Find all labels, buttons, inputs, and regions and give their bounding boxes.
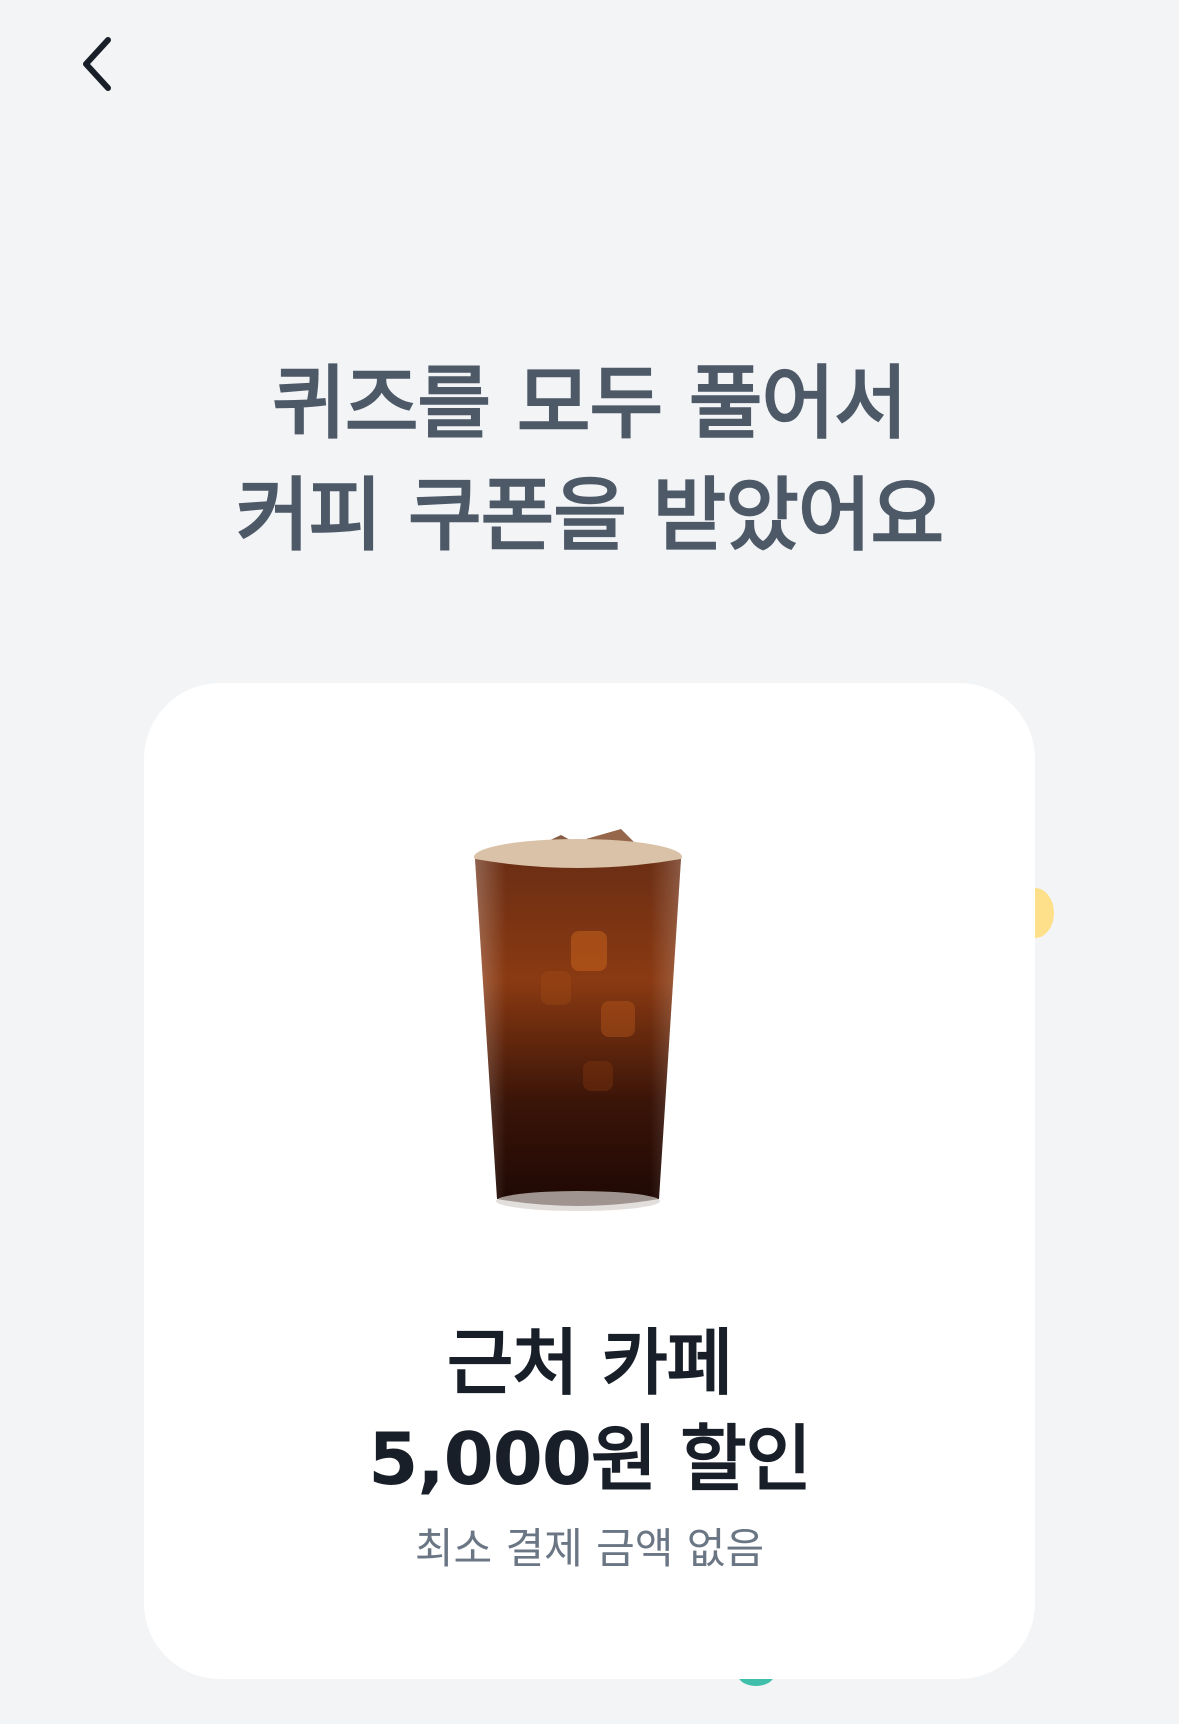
back-button[interactable] [62,28,134,100]
iced-americano-image [474,829,682,1211]
headline: 퀴즈를 모두 풀어서 커피 쿠폰을 받았어요 [0,348,1179,572]
coupon-title: 근처 카페 5,000원 할인 [144,1315,1035,1507]
coupon-condition-note: 최소 결제 금액 없음 [414,1524,765,1573]
headline-line-2: 커피 쿠폰을 받았어요 [235,469,944,562]
chevron-left-icon [83,37,111,91]
headline-line-1: 퀴즈를 모두 풀어서 [272,357,908,450]
coupon-title-line-1: 근처 카페 [446,1321,733,1405]
coupon-card: 근처 카페 5,000원 할인 최소 결제 금액 없음 [144,683,1035,1679]
coupon-title-line-2: 5,000원 할인 [368,1417,812,1501]
